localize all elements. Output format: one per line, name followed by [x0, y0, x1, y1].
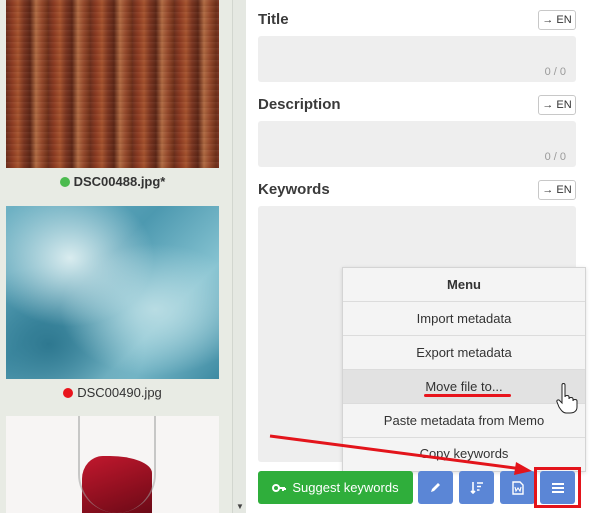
- menu-item-move-file[interactable]: Move file to...: [343, 370, 585, 404]
- edit-button[interactable]: [418, 471, 453, 504]
- title-translate-button[interactable]: → EN: [538, 10, 576, 30]
- description-field[interactable]: 0 / 0: [258, 121, 576, 167]
- thumbnail-caption: DSC00488.jpg*: [6, 174, 219, 189]
- context-menu: Menu Import metadata Export metadata Mov…: [342, 267, 586, 472]
- title-label: Title: [258, 11, 289, 28]
- thumbnail-image-wood[interactable]: [6, 0, 219, 168]
- thumbnail-panel: DSC00488.jpg* DSC00490.jpg: [0, 0, 232, 513]
- thumbnail-filename: DSC00488.jpg*: [73, 174, 166, 189]
- sort-button[interactable]: [459, 471, 494, 504]
- sort-icon: [469, 481, 483, 494]
- status-dot-red: [63, 387, 74, 398]
- annotation-highlight-box: [534, 467, 581, 508]
- menu-item-copy-keywords[interactable]: Copy keywords: [343, 438, 585, 470]
- title-counter: 0 / 0: [544, 66, 566, 78]
- thumbnail-scrollbar[interactable]: ▼: [232, 0, 246, 513]
- menu-item-export-metadata[interactable]: Export metadata: [343, 336, 585, 370]
- word-doc-icon: [511, 480, 524, 495]
- description-counter: 0 / 0: [544, 151, 566, 163]
- scroll-down-icon[interactable]: ▼: [236, 502, 244, 511]
- pencil-icon: [431, 483, 440, 492]
- annotation-underline: [424, 394, 511, 397]
- title-field[interactable]: 0 / 0: [258, 36, 576, 82]
- thumbnail-caption: DSC00490.jpg: [6, 385, 219, 400]
- status-dot-green: [59, 176, 70, 187]
- menu-item-paste-metadata[interactable]: Paste metadata from Memo: [343, 404, 585, 438]
- word-doc-button[interactable]: [500, 471, 535, 504]
- description-translate-button[interactable]: → EN: [538, 95, 576, 115]
- suggest-keywords-button[interactable]: Suggest keywords: [258, 471, 413, 504]
- wine-glass: [78, 416, 156, 513]
- keywords-translate-button[interactable]: → EN: [538, 180, 576, 200]
- thumbnail-filename: DSC00490.jpg: [77, 385, 162, 400]
- keywords-label: Keywords: [258, 181, 330, 198]
- menu-item-import-metadata[interactable]: Import metadata: [343, 302, 585, 336]
- description-label: Description: [258, 96, 341, 113]
- suggest-keywords-label: Suggest keywords: [292, 480, 399, 495]
- menu-header: Menu: [343, 268, 585, 302]
- thumbnail-image-blue[interactable]: [6, 206, 219, 379]
- thumbnail-image-wine[interactable]: [6, 416, 219, 513]
- key-icon: [272, 483, 287, 492]
